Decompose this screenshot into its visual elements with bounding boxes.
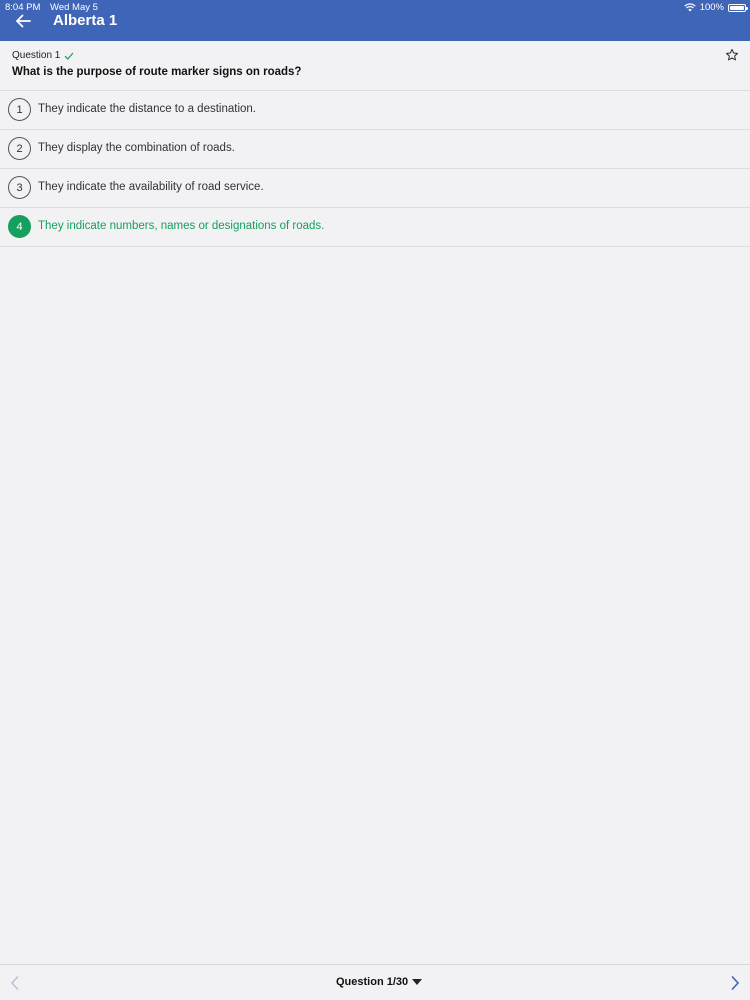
answer-option-2[interactable]: 2 They display the combination of roads.	[0, 130, 750, 169]
caret-down-icon	[412, 979, 423, 985]
arrow-left-icon	[16, 14, 31, 28]
answers-list: 1 They indicate the distance to a destin…	[0, 91, 750, 247]
question-selector[interactable]: Question 1/30	[336, 976, 423, 988]
answer-text: They display the combination of roads.	[38, 142, 235, 154]
next-question-button[interactable]	[728, 975, 742, 991]
question-text: What is the purpose of route marker sign…	[12, 66, 302, 78]
chevron-left-icon	[10, 976, 19, 990]
answer-option-4[interactable]: 4 They indicate numbers, names or design…	[0, 208, 750, 247]
answer-number: 1	[8, 98, 31, 121]
previous-question-button[interactable]	[8, 975, 22, 991]
answer-number: 2	[8, 137, 31, 160]
answer-number: 4	[8, 215, 31, 238]
answer-option-1[interactable]: 1 They indicate the distance to a destin…	[0, 91, 750, 130]
chevron-right-icon	[731, 976, 740, 990]
question-header: Question 1 What is the purpose of route …	[0, 41, 750, 91]
answer-option-3[interactable]: 3 They indicate the availability of road…	[0, 169, 750, 208]
back-button[interactable]	[12, 11, 34, 31]
page-title: Alberta 1	[53, 12, 118, 29]
app-bar: 8:04 PM Wed May 5 100% Alberta 1	[0, 0, 750, 41]
question-selector-label: Question 1/30	[336, 976, 409, 988]
answer-text: They indicate numbers, names or designat…	[38, 220, 325, 232]
question-number: Question 1	[12, 50, 61, 61]
answer-text: They indicate the availability of road s…	[38, 181, 264, 193]
answer-number: 3	[8, 176, 31, 199]
bottom-nav-bar: Question 1/30	[0, 964, 750, 1000]
question-number-row: Question 1	[12, 50, 74, 61]
battery-icon	[728, 3, 748, 12]
answer-text: They indicate the distance to a destinat…	[38, 103, 257, 115]
star-outline-icon	[725, 48, 739, 61]
check-icon	[64, 52, 74, 60]
favorite-button[interactable]	[725, 48, 739, 62]
wifi-icon	[684, 3, 696, 12]
battery-percent: 100%	[699, 2, 724, 13]
status-bar-right: 100%	[684, 2, 748, 13]
